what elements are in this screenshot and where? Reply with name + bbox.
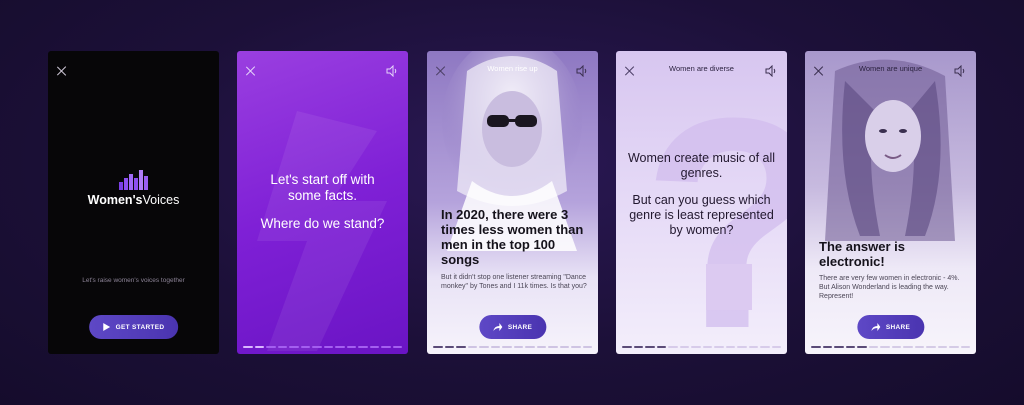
progress-segment: [456, 346, 466, 348]
answer-headline: The answer is electronic!: [819, 239, 905, 269]
progress-segment: [381, 346, 391, 348]
story-topic: Women are unique: [858, 64, 923, 73]
progress-segment: [502, 346, 512, 348]
story-progress: [433, 346, 592, 348]
progress-segment: [513, 346, 523, 348]
stat-body: But it didn't stop one listener streamin…: [441, 274, 587, 290]
story-card-welcome: Women'sVoices Let's raise women's voices…: [48, 51, 219, 354]
app-logo-text: Women'sVoices: [87, 193, 180, 207]
progress-segment: [811, 346, 821, 348]
speaker-icon[interactable]: [954, 65, 966, 77]
progress-segment: [914, 346, 924, 348]
close-icon[interactable]: [56, 65, 68, 77]
progress-segment: [266, 346, 276, 348]
speaker-icon[interactable]: [576, 65, 588, 77]
progress-segment: [571, 346, 581, 348]
progress-segment: [243, 346, 253, 348]
progress-segment: [335, 346, 345, 348]
progress-segment: [479, 346, 489, 348]
answer-body: There are very few women in electronic -…: [819, 275, 960, 300]
progress-segment: [490, 346, 500, 348]
progress-segment: [548, 346, 558, 348]
progress-segment: [277, 346, 287, 348]
progress-segment: [559, 346, 569, 348]
progress-segment: [536, 346, 546, 348]
progress-segment: [771, 346, 781, 348]
progress-segment: [960, 346, 970, 348]
progress-segment: [433, 346, 443, 348]
progress-segment: [369, 346, 379, 348]
progress-segment: [312, 346, 322, 348]
progress-segment: [254, 346, 264, 348]
share-button[interactable]: SHARE: [856, 315, 925, 339]
tagline: Let's raise women's voices together: [82, 277, 185, 284]
question-text: Women create music of all genres. But ca…: [627, 151, 776, 237]
progress-segment: [748, 346, 758, 348]
speaker-icon[interactable]: [386, 65, 398, 77]
progress-segment: [891, 346, 901, 348]
progress-segment: [467, 346, 477, 348]
progress-segment: [346, 346, 356, 348]
progress-segment: [822, 346, 832, 348]
artist-portrait-image: [825, 59, 955, 241]
stat-headline: In 2020, there were 3 times less women t…: [441, 207, 584, 267]
progress-segment: [300, 346, 310, 348]
progress-segment: [702, 346, 712, 348]
progress-segment: [444, 346, 454, 348]
equalizer-logo-icon: [119, 170, 148, 190]
story-progress: [811, 346, 970, 348]
progress-segment: [525, 346, 535, 348]
progress-segment: [845, 346, 855, 348]
progress-segment: [679, 346, 689, 348]
progress-segment: [656, 346, 666, 348]
progress-segment: [926, 346, 936, 348]
progress-segment: [289, 346, 299, 348]
get-started-button[interactable]: GET STARTED: [88, 315, 179, 339]
story-card-intro: Let's start off with some facts. Where d…: [237, 51, 408, 354]
progress-segment: [633, 346, 643, 348]
progress-segment: [582, 346, 592, 348]
speaker-icon[interactable]: [765, 65, 777, 77]
progress-segment: [857, 346, 867, 348]
progress-segment: [737, 346, 747, 348]
progress-segment: [903, 346, 913, 348]
progress-segment: [392, 346, 402, 348]
story-topic: Women are diverse: [669, 64, 734, 73]
progress-segment: [622, 346, 632, 348]
progress-segment: [323, 346, 333, 348]
progress-segment: [645, 346, 655, 348]
story-topic: Women rise up: [487, 64, 538, 73]
story-progress: [622, 346, 781, 348]
story-card-answer: Women are unique The answer is electroni…: [805, 51, 976, 354]
progress-segment: [868, 346, 878, 348]
progress-segment: [937, 346, 947, 348]
progress-segment: [880, 346, 890, 348]
share-button[interactable]: SHARE: [478, 315, 547, 339]
share-arrow-icon: [492, 323, 502, 331]
story-card-stat: Women rise up In 2020, there were 3 time…: [427, 51, 598, 354]
progress-segment: [834, 346, 844, 348]
story-card-question: ? Women are diverse Women create music o…: [616, 51, 787, 354]
progress-segment: [725, 346, 735, 348]
progress-segment: [949, 346, 959, 348]
intro-text: Let's start off with some facts. Where d…: [260, 172, 385, 231]
progress-segment: [358, 346, 368, 348]
progress-segment: [668, 346, 678, 348]
story-progress: [243, 346, 402, 348]
play-icon: [102, 323, 110, 331]
close-icon[interactable]: [245, 65, 257, 77]
progress-segment: [760, 346, 770, 348]
progress-segment: [691, 346, 701, 348]
question-dot-graphic: [706, 264, 752, 310]
progress-segment: [714, 346, 724, 348]
share-arrow-icon: [870, 323, 880, 331]
